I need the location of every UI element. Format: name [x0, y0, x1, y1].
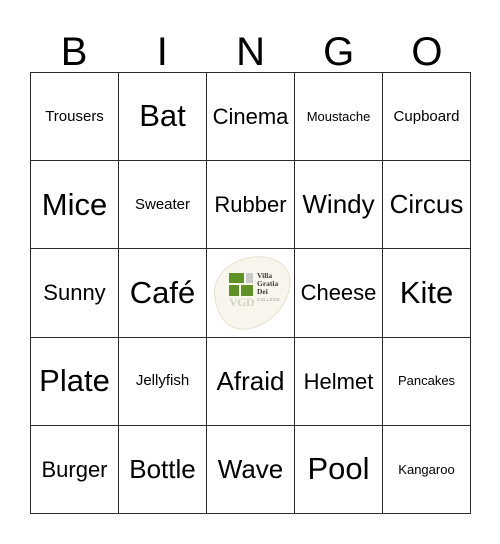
logo-wordmark: Villa Gratia Dei COLLEGE — [257, 271, 283, 303]
bingo-cell[interactable]: Helmet — [295, 337, 383, 426]
bingo-cell[interactable]: Plate — [31, 337, 119, 426]
bingo-cell[interactable]: Sweater — [119, 161, 207, 250]
bingo-cell[interactable]: Kite — [383, 249, 471, 338]
bingo-cell[interactable]: Pool — [295, 425, 383, 514]
bingo-cell-label: Circus — [389, 189, 464, 220]
bingo-cell-label: Cheese — [300, 280, 377, 306]
bingo-card: B I N G O Trousers Bat Cinema Moustache … — [0, 0, 500, 544]
bingo-cell-label: Cupboard — [393, 107, 460, 125]
logo-line-dei: Dei — [257, 287, 268, 297]
bingo-cell-label: Sunny — [43, 280, 106, 306]
bingo-cell-label: Kangaroo — [398, 461, 455, 477]
header-letter-n: N — [236, 30, 265, 74]
bingo-cell[interactable]: Rubber — [207, 161, 295, 250]
logo-mark-icon: VGD — [229, 272, 255, 308]
bingo-cell-label: Moustache — [306, 108, 371, 124]
bingo-cell[interactable]: Pancakes — [383, 337, 471, 426]
header-letter-i: I — [156, 30, 168, 74]
bingo-cell[interactable]: Moustache — [295, 73, 383, 162]
bingo-cell-label: Bat — [139, 98, 186, 134]
bingo-cell-label: Wave — [217, 453, 284, 484]
svg-text:VGD: VGD — [229, 295, 255, 308]
bingo-cell-label: Windy — [302, 189, 375, 220]
bingo-cell-label: Trousers — [45, 107, 104, 125]
bingo-cell[interactable]: Wave — [207, 425, 295, 514]
bingo-grid: Trousers Bat Cinema Moustache Cupboard M… — [30, 72, 471, 514]
bingo-cell-label: Cinema — [212, 104, 289, 130]
bingo-cell[interactable]: Burger — [31, 425, 119, 514]
bingo-free-space-cell[interactable]: VGD Villa Gratia Dei COLLEGE — [207, 249, 295, 338]
bingo-cell-label: Kite — [399, 274, 454, 310]
bingo-cell[interactable]: Cinema — [207, 73, 295, 162]
bingo-cell[interactable]: Mice — [31, 161, 119, 250]
header-letter-g: G — [323, 30, 355, 74]
header-letter-b: B — [60, 30, 88, 74]
logo-lockup: VGD Villa Gratia Dei COLLEGE — [229, 271, 283, 308]
bingo-cell-label: Sweater — [134, 195, 191, 213]
villa-gratia-dei-college-logo: VGD Villa Gratia Dei COLLEGE — [209, 254, 292, 332]
bingo-cell[interactable]: Bottle — [119, 425, 207, 514]
bingo-cell[interactable]: Bat — [119, 73, 207, 162]
bingo-cell[interactable]: Kangaroo — [383, 425, 471, 514]
bingo-cell[interactable]: Afraid — [207, 337, 295, 426]
bingo-cell[interactable]: Cupboard — [383, 73, 471, 162]
bingo-cell[interactable]: Jellyfish — [119, 337, 207, 426]
bingo-header: B I N G O — [30, 18, 471, 72]
bingo-cell-label: Helmet — [303, 368, 374, 394]
bingo-cell-label: Afraid — [216, 365, 285, 396]
bingo-cell[interactable]: Sunny — [31, 249, 119, 338]
bingo-cell-label: Café — [129, 274, 196, 310]
bingo-cell[interactable]: Windy — [295, 161, 383, 250]
bingo-cell-label: Burger — [41, 456, 108, 482]
bingo-cell-label: Mice — [41, 186, 108, 222]
bingo-cell-label: Pancakes — [397, 373, 456, 389]
bingo-cell[interactable]: Café — [119, 249, 207, 338]
bingo-cell-label: Bottle — [129, 453, 196, 484]
bingo-cell-label: Jellyfish — [135, 372, 190, 390]
bingo-cell-label: Rubber — [214, 192, 287, 218]
bingo-cell[interactable]: Cheese — [295, 249, 383, 338]
bingo-cell[interactable]: Circus — [383, 161, 471, 250]
bingo-cell[interactable]: Trousers — [31, 73, 119, 162]
logo-line-college: COLLEGE — [257, 296, 281, 302]
bingo-cell-label: Plate — [39, 362, 110, 398]
bingo-cell-label: Pool — [307, 451, 370, 487]
header-letter-o: O — [411, 30, 443, 74]
